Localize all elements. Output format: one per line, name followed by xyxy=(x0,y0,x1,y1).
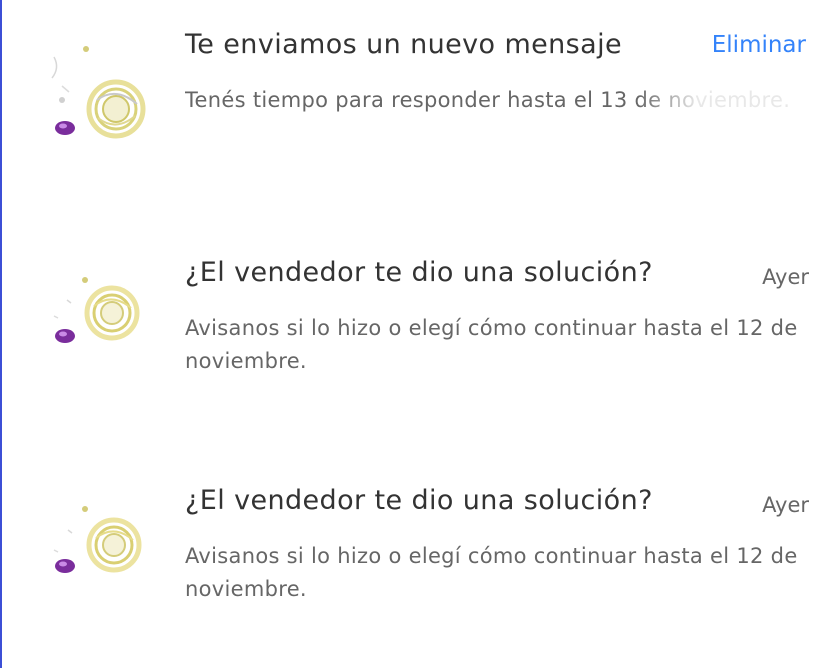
purple-gem-badge-icon xyxy=(55,329,75,343)
ring-jewelry-thumbnail-icon xyxy=(53,277,140,343)
notification-title: ¿El vendedor te dio una solución? xyxy=(185,257,653,288)
purple-gem-badge-icon xyxy=(55,559,75,573)
window-left-edge xyxy=(0,0,2,668)
ring-jewelry-thumbnail-icon xyxy=(53,506,142,573)
notification-body: Avisanos si lo hizo o elegí cómo continu… xyxy=(185,544,798,601)
delete-link[interactable]: Eliminar xyxy=(712,32,806,58)
text-fade-overlay xyxy=(637,84,807,118)
notification-time: Ayer xyxy=(762,265,809,289)
notification-body: Avisanos si lo hizo o elegí cómo continu… xyxy=(185,316,798,373)
ring-jewelry-thumbnail-icon xyxy=(51,46,146,139)
notifications-page: Te enviamos un nuevo mensaje Eliminar Te… xyxy=(0,0,821,668)
notification-time: Ayer xyxy=(762,493,809,517)
purple-gem-badge-icon xyxy=(55,121,75,135)
notification-title: Te enviamos un nuevo mensaje xyxy=(185,29,622,60)
notification-title: ¿El vendedor te dio una solución? xyxy=(185,485,653,516)
